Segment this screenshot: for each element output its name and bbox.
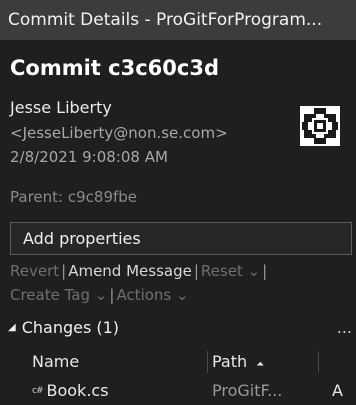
changed-file-row[interactable]: c# Book.cs ProGitF... A [0, 378, 356, 402]
collapse-triangle-icon[interactable]: ◢ [8, 322, 16, 333]
name-column-header[interactable]: Name [32, 352, 79, 371]
file-status-badge: A [332, 381, 343, 400]
csharp-file-icon: c# [32, 385, 43, 396]
parent-commit: Parent: c9c89fbe [10, 188, 137, 206]
chevron-down-icon: ⌄ [247, 262, 261, 280]
add-properties-label: Add properties [23, 229, 141, 248]
changes-section-header[interactable]: ◢ Changes (1) ... [8, 318, 352, 337]
separator: | [61, 262, 67, 280]
file-name: Book.cs [46, 381, 109, 400]
file-path: ProGitF... [212, 381, 283, 400]
parent-label: Parent: [10, 188, 64, 206]
actions-row-2: Create Tag ⌄ | Actions ⌄ [10, 286, 189, 304]
window-title-bar: Commit Details - ProGitForProgram... [0, 0, 356, 40]
reset-button[interactable]: Reset ⌄ [201, 262, 260, 280]
separator: | [262, 262, 268, 280]
author-email: <JesseLiberty@non.se.com> [10, 124, 228, 142]
separator: | [193, 262, 199, 280]
commit-title: Commit c3c60c3d [10, 56, 219, 80]
column-divider[interactable] [207, 351, 208, 373]
file-name-cell: c# Book.cs [32, 381, 109, 400]
actions-dropdown-button[interactable]: Actions ⌄ [116, 286, 188, 304]
author-name: Jesse Liberty [10, 98, 112, 117]
actions-label: Actions [116, 286, 172, 304]
column-divider[interactable] [318, 351, 319, 373]
more-options-icon[interactable]: ... [337, 318, 352, 337]
revert-button[interactable]: Revert [10, 262, 59, 280]
sort-ascending-icon: ⏶ [256, 359, 265, 370]
reset-label: Reset [200, 262, 243, 280]
amend-message-button[interactable]: Amend Message [68, 262, 192, 280]
parent-hash-link[interactable]: c9c89fbe [68, 188, 137, 206]
create-tag-button[interactable]: Create Tag ⌄ [10, 286, 107, 304]
chevron-down-icon: ⌄ [176, 286, 189, 304]
window-title: Commit Details - ProGitForProgram... [8, 10, 323, 30]
path-column-header[interactable]: Path ⏶ [212, 352, 264, 371]
changes-label: Changes (1) [21, 318, 120, 337]
actions-row-1: Revert | Amend Message | Reset ⌄ | [10, 262, 269, 280]
changes-column-header: Name Path ⏶ [0, 349, 356, 375]
add-properties-button[interactable]: Add properties [10, 222, 352, 255]
avatar [300, 106, 340, 146]
separator: | [109, 286, 115, 304]
create-tag-label: Create Tag [10, 286, 91, 304]
identicon-icon [300, 106, 340, 146]
path-column-label: Path [212, 352, 248, 371]
commit-date: 2/8/2021 9:08:08 AM [10, 148, 168, 166]
chevron-down-icon: ⌄ [94, 286, 108, 304]
